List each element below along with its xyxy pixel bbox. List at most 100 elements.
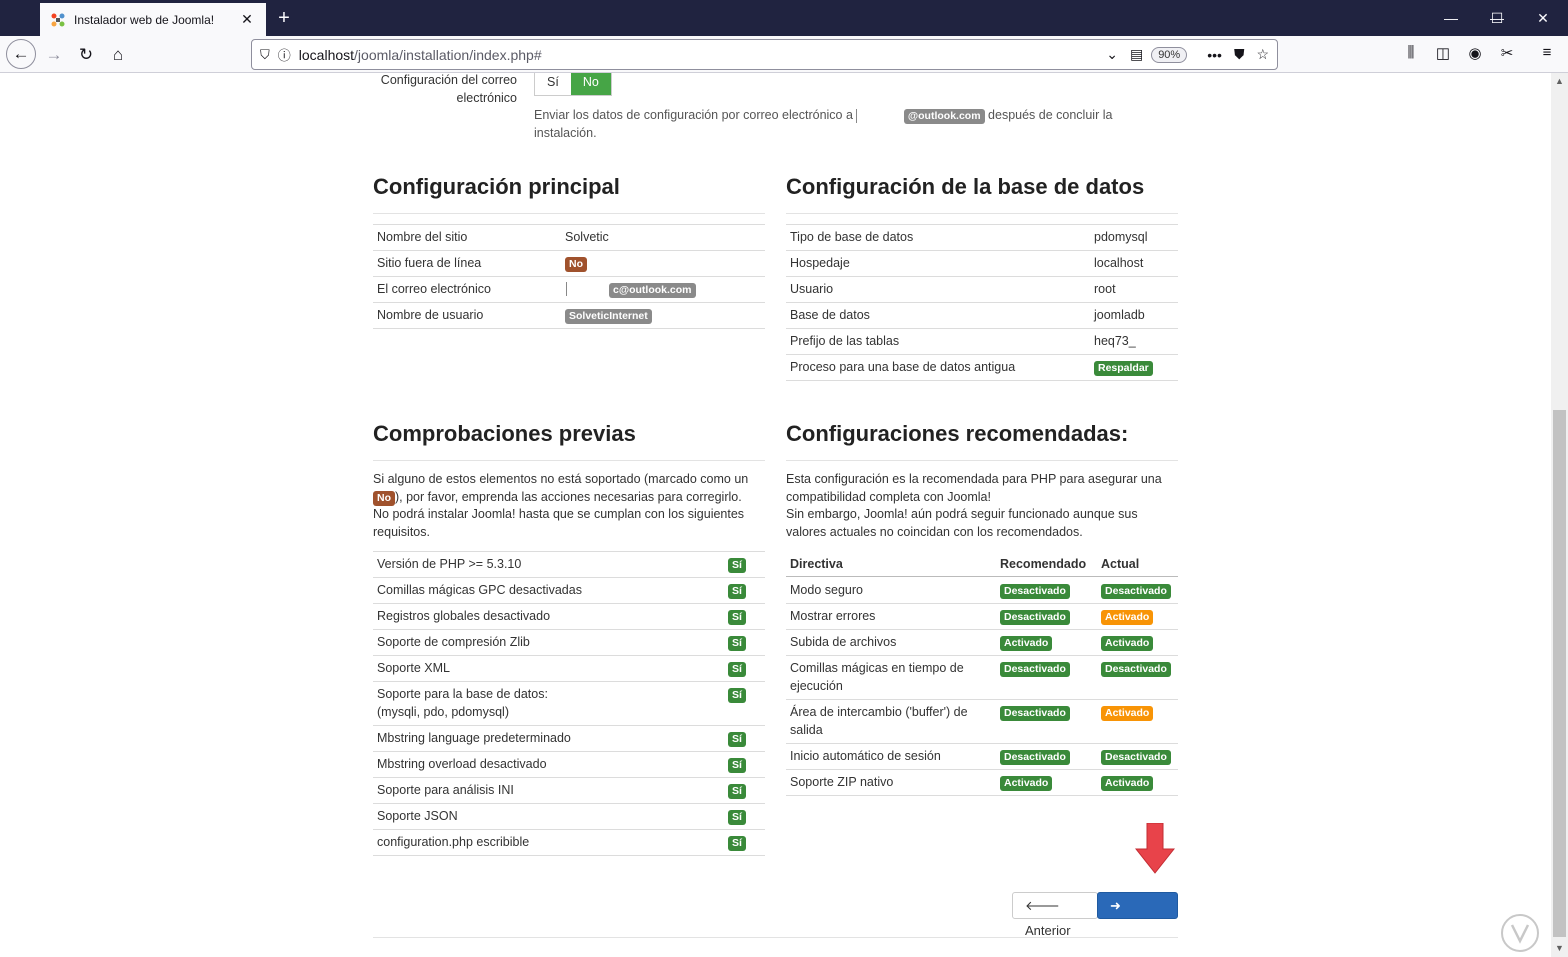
back-icon[interactable]: ← [6, 39, 36, 69]
directive-name: Comillas mágicas en tiempo de [790, 661, 964, 675]
site-logo-watermark [1501, 914, 1539, 952]
email-config-toggle[interactable]: Sí No [534, 73, 612, 96]
account-icon[interactable]: ◉ [1464, 44, 1486, 62]
pocket-icon[interactable]: ⛊ [1234, 46, 1245, 63]
url-bar[interactable]: ⛉ ⓘ localhost/joomla/installation/index.… [251, 39, 1278, 70]
home-icon[interactable]: ⌂ [104, 41, 132, 69]
col-recommended: Recomendado [1000, 557, 1087, 571]
install-button[interactable]: ➜ Instalar [1097, 892, 1178, 938]
recommended-badge: Activado [1000, 776, 1053, 791]
precheck-label: Versión de PHP >= 5.3.10 [377, 557, 522, 571]
close-tab-icon[interactable]: ✕ [238, 11, 256, 28]
actual-badge: Desactivado [1101, 750, 1171, 765]
previous-button[interactable]: 🡐 Anterior [1012, 892, 1098, 938]
directive-name: Subida de archivos [790, 635, 897, 649]
precheck-label: Comillas mágicas GPC desactivadas [377, 583, 582, 597]
prechecks-title: Comprobaciones previas [373, 421, 636, 446]
yes-badge: Sí [728, 688, 746, 703]
db-label-3: Base de datos [790, 308, 870, 322]
db-value-3: joomladb [1094, 308, 1145, 322]
actual-badge: Desactivado [1101, 584, 1171, 599]
recommended-badge: Desactivado [1000, 584, 1070, 599]
directive-name: Mostrar errores [790, 609, 876, 623]
reader-view-icon[interactable]: ▤ [1130, 46, 1143, 63]
info-icon[interactable]: ⓘ [278, 45, 291, 64]
chevron-down-icon[interactable]: ⌄ [1106, 46, 1118, 63]
main-config-title: Configuración principal [373, 174, 620, 199]
backup-badge: Respaldar [1094, 361, 1153, 376]
email-config-help: Enviar los datos de configuración por co… [534, 108, 1113, 140]
db-label-2: Usuario [790, 282, 834, 296]
email-badge: c@outlook.com [609, 283, 696, 298]
db-label-4: Prefijo de las tablas [790, 334, 900, 348]
email-config-label: Configuración del correo electrónico [380, 73, 517, 105]
reload-icon[interactable]: ↻ [72, 41, 100, 69]
menu-icon[interactable]: ≡ [1536, 44, 1558, 61]
url-text[interactable]: localhost/joomla/installation/index.php# [299, 47, 1094, 63]
navigation-bar: ← → ↻ ⌂ ⛉ ⓘ localhost/joomla/installatio… [0, 36, 1568, 73]
toggle-no[interactable]: No [570, 73, 611, 95]
main-label-2: El correo electrónico [377, 282, 491, 296]
yes-badge: Sí [728, 758, 746, 773]
precheck-label: Mbstring language predeterminado [377, 731, 571, 745]
precheck-label: Soporte XML [377, 661, 450, 675]
maximize-window-icon[interactable]: ☐ [1474, 0, 1520, 36]
shield-icon[interactable]: ⛉ [260, 47, 270, 63]
db-value-1: localhost [1094, 256, 1144, 270]
no-badge: No [373, 490, 395, 506]
more-actions-icon[interactable]: ••• [1207, 47, 1222, 63]
db-value-2: root [1094, 282, 1116, 296]
db-label-1: Hospedaje [790, 256, 850, 270]
recommended-badge: Activado [1000, 636, 1053, 651]
site-name-value: Solvetic [565, 230, 609, 244]
recommended-badge: Desactivado [1000, 662, 1070, 677]
sidebar-icon[interactable]: ◫ [1432, 44, 1454, 62]
yes-badge: Sí [728, 784, 746, 799]
col-directive: Directiva [790, 557, 843, 571]
joomla-favicon-icon [51, 13, 65, 26]
directive-name: Inicio automático de sesión [790, 749, 941, 763]
precheck-label-line2: (mysqli, pdo, pdomysql) [377, 705, 509, 719]
screenshot-icon[interactable]: ✂ [1496, 44, 1518, 62]
yes-badge: Sí [728, 610, 746, 625]
minimize-window-icon[interactable]: — [1428, 0, 1474, 36]
yes-badge: Sí [728, 732, 746, 747]
actual-badge: Desactivado [1101, 662, 1171, 677]
bookmark-star-icon[interactable]: ☆ [1256, 46, 1269, 63]
recommended-badge: Desactivado [1000, 750, 1070, 765]
close-window-icon[interactable]: ✕ [1520, 0, 1566, 36]
yes-badge: Sí [728, 836, 746, 851]
scroll-up-icon[interactable]: ▲ [1551, 73, 1568, 90]
red-arrow-down-icon [1135, 823, 1175, 874]
browser-tab[interactable]: Instalador web de Joomla! ✕ [40, 3, 266, 36]
new-tab-icon[interactable]: + [272, 6, 296, 30]
toggle-yes[interactable]: Sí [535, 73, 571, 95]
scroll-down-icon[interactable]: ▼ [1551, 940, 1568, 957]
precheck-label: Soporte de compresión Zlib [377, 635, 530, 649]
precheck-label: configuration.php escribible [377, 835, 530, 849]
precheck-label: Soporte JSON [377, 809, 458, 823]
db-config-title: Configuración de la base de datos [786, 174, 1145, 199]
zoom-level[interactable]: 90% [1151, 46, 1188, 63]
precheck-label: Mbstring overload desactivado [377, 757, 547, 771]
arrow-left-icon: 🡐 [1025, 898, 1060, 913]
title-bar: Instalador web de Joomla! ✕ + — — ☐ ✕ [0, 0, 1568, 36]
tab-title: Instalador web de Joomla! [74, 12, 215, 27]
recommended-description: Esta configuración es la recomendada par… [786, 472, 1162, 539]
actual-badge: Activado [1101, 706, 1154, 721]
recommended-badge: Desactivado [1000, 706, 1070, 721]
yes-badge: Sí [728, 810, 746, 825]
email-masked-badge: @outlook.com [903, 109, 985, 124]
col-actual: Actual [1101, 557, 1140, 571]
actual-badge: Activado [1101, 610, 1154, 625]
library-icon[interactable]: ⫼ [1400, 44, 1422, 61]
yes-badge: Sí [728, 636, 746, 651]
main-label-0: Nombre del sitio [377, 230, 468, 244]
vertical-scrollbar[interactable]: ▲ ▼ [1551, 73, 1568, 957]
db-value-0: pdomysql [1094, 230, 1148, 244]
scroll-thumb[interactable] [1553, 410, 1566, 937]
actual-badge: Activado [1101, 636, 1154, 651]
directive-name: Área de intercambio ('buffer') de [790, 705, 968, 719]
directive-name-line2: salida [790, 723, 823, 737]
forward-icon[interactable]: → [40, 41, 68, 69]
